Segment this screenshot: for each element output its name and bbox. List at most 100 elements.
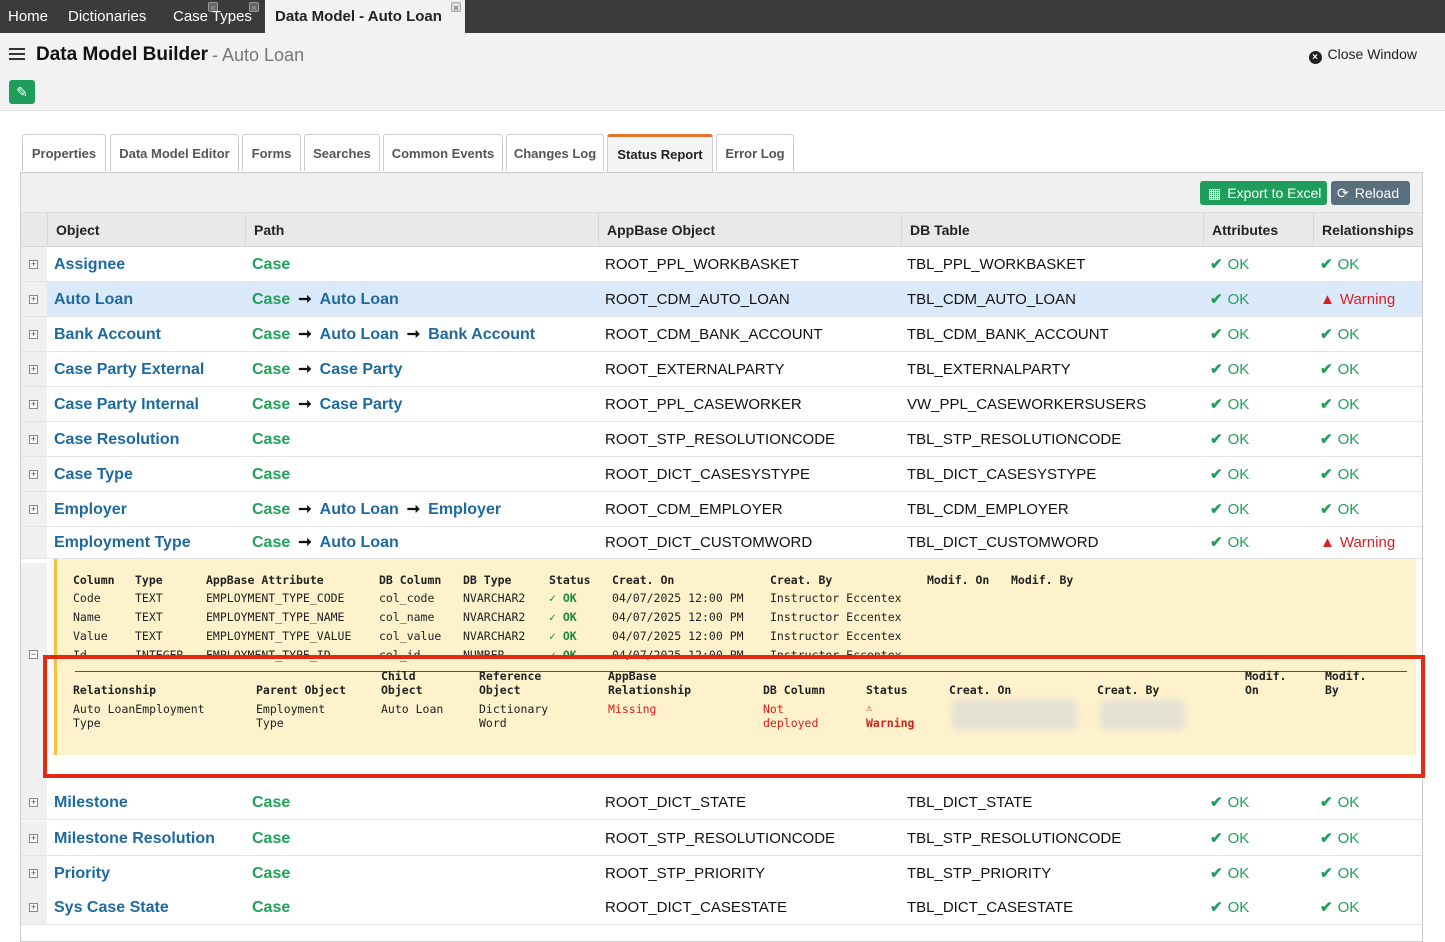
appbase-object: ROOT_CDM_AUTO_LOAN [605, 291, 790, 308]
table-row[interactable]: + Case Type Case ROOT_DICT_CASESYSTYPE TBL_D… [21, 457, 1422, 492]
object-link[interactable]: Sys Case State [54, 890, 169, 925]
path-root-link[interactable]: Case [252, 326, 290, 343]
relationships-status: ✔ OK [1320, 856, 1359, 891]
attr-cell: ✓ OK [549, 610, 577, 624]
attr-header: Modif. On [927, 573, 990, 587]
table-row[interactable]: + Assignee Case ROOT_PPL_WORKBASKET TBL_PPL_… [21, 247, 1422, 282]
object-link[interactable]: Assignee [54, 247, 125, 282]
path-root-link[interactable]: Case [252, 501, 290, 518]
tab-error-log[interactable]: Error Log [716, 134, 794, 171]
path-root-link[interactable]: Case [252, 794, 290, 811]
edit-button[interactable]: ✎ [9, 80, 35, 104]
object-link[interactable]: Employment Type [54, 527, 191, 562]
path-segment-link[interactable]: Bank Account [428, 326, 535, 343]
tab-searches[interactable]: Searches [304, 134, 380, 171]
object-link[interactable]: Employer [54, 492, 127, 527]
path-root-link[interactable]: Case [252, 256, 290, 273]
table-row[interactable]: + Bank Account Case ➞ Auto Loan ➞ Bank Account… [21, 317, 1422, 352]
path-root-link[interactable]: Case [252, 534, 290, 551]
col-appbase-object[interactable]: AppBase Object [598, 213, 901, 247]
path-segment-link[interactable]: Auto Loan [320, 326, 399, 343]
expand-toggle[interactable]: + [21, 856, 47, 890]
col-relationships[interactable]: Relationships [1313, 213, 1422, 247]
expand-toggle[interactable]: + [21, 890, 47, 924]
path-root-link[interactable]: Case [252, 899, 290, 916]
object-path: Case [252, 247, 290, 282]
tab-properties[interactable]: Properties [22, 134, 106, 171]
expand-toggle[interactable]: + [21, 821, 47, 855]
top-tab-home[interactable]: Home [0, 0, 56, 33]
relationships-status: ▲ Warning [1320, 527, 1395, 562]
path-root-link[interactable]: Case [252, 865, 290, 882]
object-link[interactable]: Case Party Internal [54, 387, 199, 422]
col-attributes[interactable]: Attributes [1203, 213, 1313, 247]
col-object[interactable]: Object [47, 213, 245, 247]
close-tab-icon[interactable]: × [249, 2, 259, 13]
path-root-link[interactable]: Case [252, 431, 290, 448]
attributes-status: ✔ OK [1210, 890, 1249, 925]
attributes-status: ✔ OK [1210, 856, 1249, 891]
expand-toggle[interactable]: + [21, 282, 47, 316]
db-table: TBL_STP_RESOLUTIONCODE [907, 830, 1122, 847]
attr-cell: Code [73, 591, 101, 605]
path-root-link[interactable]: Case [252, 291, 290, 308]
table-row[interactable]: + Employer Case ➞ Auto Loan ➞ Employer ROOT_CDM… [21, 492, 1422, 527]
expand-toggle[interactable]: + [21, 317, 47, 351]
table-row[interactable]: + Milestone Case ROOT_DICT_STATE TBL_DICT_ST… [21, 785, 1422, 820]
path-segment-link[interactable]: Auto Loan [320, 534, 399, 551]
table-row[interactable]: + Sys Case State Case ROOT_DICT_CASESTATE TB… [21, 890, 1422, 925]
tab-common-events[interactable]: Common Events [383, 134, 503, 171]
path-segment-link[interactable]: Employer [428, 501, 501, 518]
attr-cell: col_code [379, 591, 435, 605]
reload-button[interactable]: ⟳ Reload [1331, 181, 1410, 205]
appbase-object: ROOT_EXTERNALPARTY [605, 361, 785, 378]
expand-toggle[interactable]: + [21, 457, 47, 491]
path-segment-link[interactable]: Case Party [320, 361, 403, 378]
table-row[interactable]: Employment Type Case ➞ Auto Loan ROOT_DICT_C… [21, 527, 1422, 559]
path-root-link[interactable]: Case [252, 466, 290, 483]
expand-toggle[interactable]: + [21, 352, 47, 386]
export-to-excel-button[interactable]: ▦ Export to Excel [1200, 181, 1327, 205]
path-root-link[interactable]: Case [252, 830, 290, 847]
table-row[interactable]: + Auto Loan Case ➞ Auto Loan ROOT_CDM_AUTO_LO… [21, 282, 1422, 317]
table-row[interactable]: + Priority Case ROOT_STP_PRIORITY TBL_STP_PR… [21, 856, 1422, 891]
col-db-table[interactable]: DB Table [901, 213, 1203, 247]
top-tab-data-model[interactable]: Data Model - Auto Loan × [265, 0, 465, 33]
object-link[interactable]: Milestone [54, 785, 128, 820]
expand-toggle[interactable]: + [21, 785, 47, 819]
path-segment-link[interactable]: Auto Loan [320, 501, 399, 518]
top-tab-case-types[interactable]: Case Types × [165, 0, 260, 33]
close-window-button[interactable]: × Close Window [1308, 46, 1417, 64]
expand-toggle[interactable]: + [21, 247, 47, 281]
object-link[interactable]: Auto Loan [54, 282, 133, 317]
object-path: Case [252, 422, 290, 457]
expand-toggle[interactable]: + [21, 492, 47, 526]
expand-toggle[interactable]: + [21, 387, 47, 421]
object-link[interactable]: Case Party External [54, 352, 204, 387]
table-row[interactable]: + Case Party Internal Case ➞ Case Party ROOT_… [21, 387, 1422, 422]
table-row[interactable]: + Milestone Resolution Case ROOT_STP_RESOLU… [21, 821, 1422, 856]
warning-icon: ▲ [1320, 291, 1335, 308]
table-row[interactable]: + Case Party External Case ➞ Case Party ROOT_… [21, 352, 1422, 387]
expand-toggle[interactable]: + [21, 422, 47, 456]
path-segment-link[interactable]: Case Party [320, 396, 403, 413]
status-text: Warning [1339, 534, 1396, 551]
path-root-link[interactable]: Case [252, 396, 290, 413]
object-link[interactable]: Bank Account [54, 317, 161, 352]
status-text: OK [1227, 899, 1250, 916]
object-link[interactable]: Case Resolution [54, 422, 179, 457]
close-tab-icon[interactable]: × [451, 2, 461, 13]
tab-forms[interactable]: Forms [242, 134, 301, 171]
path-segment-link[interactable]: Auto Loan [320, 291, 399, 308]
expand-toggle[interactable] [21, 527, 47, 558]
col-path[interactable]: Path [245, 213, 598, 247]
object-link[interactable]: Milestone Resolution [54, 821, 215, 856]
object-link[interactable]: Case Type [54, 457, 133, 492]
tab-data-model-editor[interactable]: Data Model Editor [110, 134, 239, 171]
top-tab-dictionaries[interactable]: Dictionaries × [60, 0, 218, 33]
object-link[interactable]: Priority [54, 856, 110, 891]
tab-changes-log[interactable]: Changes Log [506, 134, 604, 171]
tab-status-report[interactable]: Status Report [607, 134, 713, 172]
table-row[interactable]: + Case Resolution Case ROOT_STP_RESOLUTIONC… [21, 422, 1422, 457]
path-root-link[interactable]: Case [252, 361, 290, 378]
